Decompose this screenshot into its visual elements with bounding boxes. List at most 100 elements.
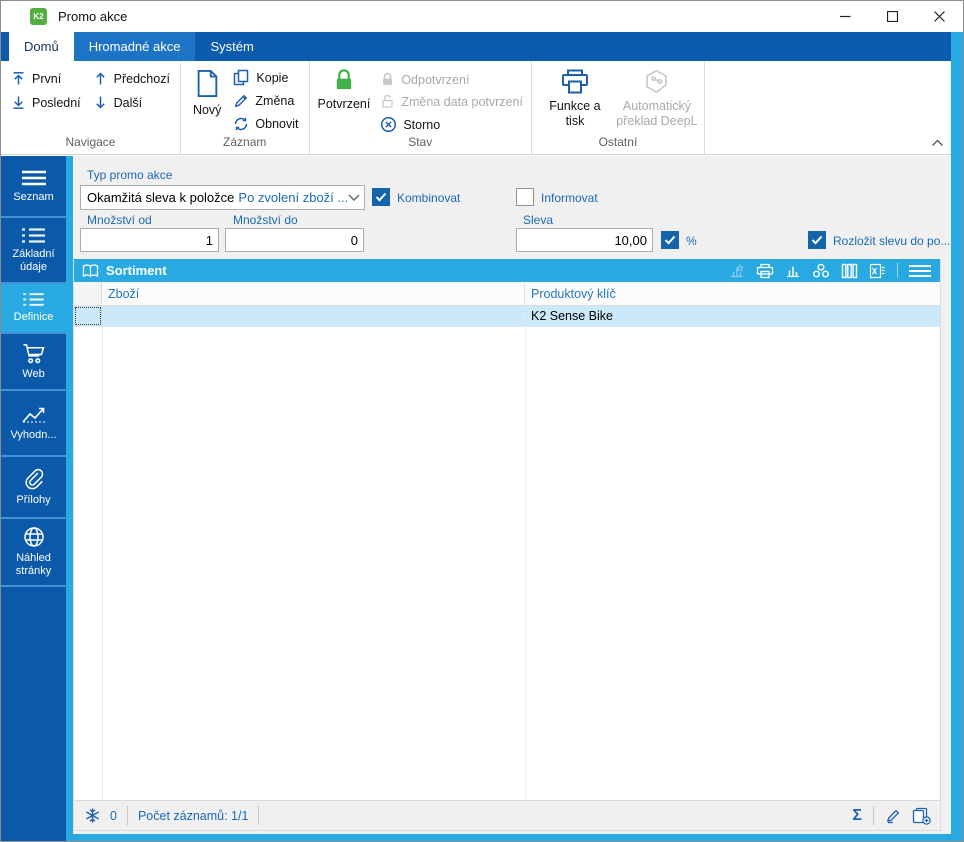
sortiment-panel: Sortiment Zboží Produktový klíč K2 Sense… (73, 259, 941, 831)
group-label-ostatni: Ostatní (598, 135, 638, 149)
refresh-icon (233, 116, 249, 132)
predchozi-button[interactable]: Předchozí (93, 71, 170, 86)
obnovit-button[interactable]: Obnovit (233, 116, 299, 132)
print-grid-icon[interactable] (756, 263, 774, 279)
informovat-checkbox[interactable] (516, 188, 534, 206)
columns-icon[interactable] (841, 263, 858, 279)
maximize-icon (887, 11, 898, 22)
chart-favorite-icon (729, 263, 745, 278)
cell-zbozi[interactable] (102, 306, 525, 326)
chevron-down-icon (348, 194, 360, 201)
globe-icon (23, 526, 45, 548)
rozlozit-checkbox[interactable] (808, 231, 826, 249)
group-label-navigace: Navigace (65, 135, 116, 149)
row-selector-cell[interactable] (74, 306, 102, 326)
sidebar-item-nahled-stranky[interactable]: Náhled stránky (1, 519, 66, 587)
cell-produktovy-klic[interactable]: K2 Sense Bike (525, 306, 940, 326)
ribbon-group-stav: Potvrzení Odpotvrzení Změna data potvrze… (310, 61, 532, 154)
column-header-produktovy-klic[interactable]: Produktový klíč (525, 282, 940, 305)
row-selector-header (74, 282, 102, 305)
storno-button[interactable]: Storno (380, 116, 523, 133)
sleva-input[interactable] (516, 228, 653, 252)
posledni-button[interactable]: Poslední (11, 95, 81, 110)
novy-button[interactable]: Nový (193, 63, 221, 134)
column-header-zbozi[interactable]: Zboží (102, 282, 525, 305)
dalsi-button[interactable]: Další (93, 95, 170, 110)
sidebar-item-definice[interactable]: Definice (1, 284, 66, 334)
funkce-a-tisk-button[interactable]: Funkce a tisk (540, 63, 610, 134)
excel-export-icon[interactable] (869, 263, 886, 279)
potvrzeni-button[interactable]: Potvrzení (318, 63, 370, 134)
minimize-icon (840, 11, 851, 22)
sortiment-title: Sortiment (106, 263, 167, 278)
prvni-button[interactable]: První (11, 71, 81, 86)
check-icon (811, 235, 823, 245)
bar-chart-icon[interactable] (785, 263, 801, 278)
sum-button[interactable]: Σ (852, 807, 862, 824)
sortiment-toolbar (729, 263, 940, 279)
typ-promo-akce-label: Typ promo akce (87, 168, 173, 182)
select-value: Okamžitá sleva k položce (87, 190, 235, 205)
line-chart-icon (21, 405, 47, 425)
minimize-button[interactable] (822, 1, 869, 32)
ribbon-group-navigace: První Poslední Předchozí Další Navigace (1, 61, 181, 154)
app-window: K2 Promo akce Domů Hromadné akce Systém (0, 0, 964, 842)
zmena-data-potvrzeni-button: Změna data potvrzení (380, 94, 523, 109)
edit-pencil-button[interactable] (885, 808, 901, 824)
close-button[interactable] (916, 1, 963, 32)
grid-menu-icon[interactable] (909, 264, 931, 278)
tab-system[interactable]: Systém (195, 32, 268, 61)
rozlozit-label: Rozložit slevu do po... (833, 234, 951, 248)
deepl-icon (643, 68, 670, 95)
tab-domu[interactable]: Domů (9, 32, 74, 61)
book-icon (82, 263, 99, 278)
table-row[interactable]: K2 Sense Bike (74, 306, 940, 327)
tab-hromadne-akce[interactable]: Hromadné akce (73, 32, 196, 61)
deepl-translate-button: Automatický překlad DeepL (616, 63, 698, 134)
k2-app-icon: K2 (30, 8, 47, 25)
close-icon (934, 11, 945, 22)
mnozstvi-od-label: Množství od (87, 213, 152, 227)
ribbon-collapse-button[interactable] (928, 136, 947, 150)
arrow-up-icon (93, 71, 108, 86)
sidebar-item-web[interactable]: Web (1, 334, 66, 391)
grid-status-bar: 0 Počet záznamů: 1/1 Σ (74, 800, 940, 830)
cluster-icon[interactable] (812, 263, 830, 279)
sidebar-item-seznam[interactable]: Seznam (1, 156, 66, 218)
arrow-down-icon (93, 95, 108, 110)
mnozstvi-do-input[interactable] (225, 228, 364, 252)
zmena-button[interactable]: Změna (233, 93, 298, 109)
paperclip-icon (24, 468, 44, 490)
copy-records-button[interactable] (911, 807, 931, 825)
sidebar-item-vyhodnoceni[interactable]: Vyhodn... (1, 391, 66, 457)
kombinovat-checkbox[interactable] (372, 188, 390, 206)
main-area: Seznam Základní údaje Definice Web Vyhod… (1, 156, 963, 841)
sidebar-item-zakladni-udaje[interactable]: Základní údaje (1, 218, 66, 284)
grid-empty-area[interactable] (74, 327, 940, 800)
group-label-stav: Stav (408, 135, 433, 149)
lock-green-icon (331, 68, 357, 93)
detail-list-icon (21, 292, 47, 307)
mnozstvi-od-input[interactable] (80, 228, 219, 252)
content-area: Typ promo akce Okamžitá sleva k položce … (73, 156, 951, 834)
percent-label: % (686, 234, 697, 248)
kopie-button[interactable]: Kopie (233, 69, 298, 86)
kombinovat-label: Kombinovat (397, 191, 461, 205)
maximize-button[interactable] (869, 1, 916, 32)
sidebar-item-prilohy[interactable]: Přílohy (1, 457, 66, 519)
arrow-up-to-line-icon (11, 71, 26, 86)
detail-list-icon (21, 227, 47, 244)
menu-lines-icon (20, 169, 48, 187)
sidebar-accent-strip (66, 156, 73, 841)
sortiment-panel-header: Sortiment (74, 259, 940, 282)
snowflake-count: 0 (110, 808, 117, 823)
snowflake-icon (84, 807, 101, 824)
typ-promo-akce-select[interactable]: Okamžitá sleva k položce Po zvolení zbož… (80, 185, 365, 210)
shopping-cart-icon (22, 343, 45, 364)
percent-checkbox[interactable] (661, 231, 679, 249)
sidebar: Seznam Základní údaje Definice Web Vyhod… (1, 156, 66, 841)
ribbon-group-zaznam: Nový Kopie Změna Obnovit Záznam (181, 61, 310, 154)
toolbar-separator (897, 263, 898, 278)
mnozstvi-do-label: Množství do (233, 213, 298, 227)
select-value-secondary: Po zvolení zboží ... (238, 190, 349, 205)
